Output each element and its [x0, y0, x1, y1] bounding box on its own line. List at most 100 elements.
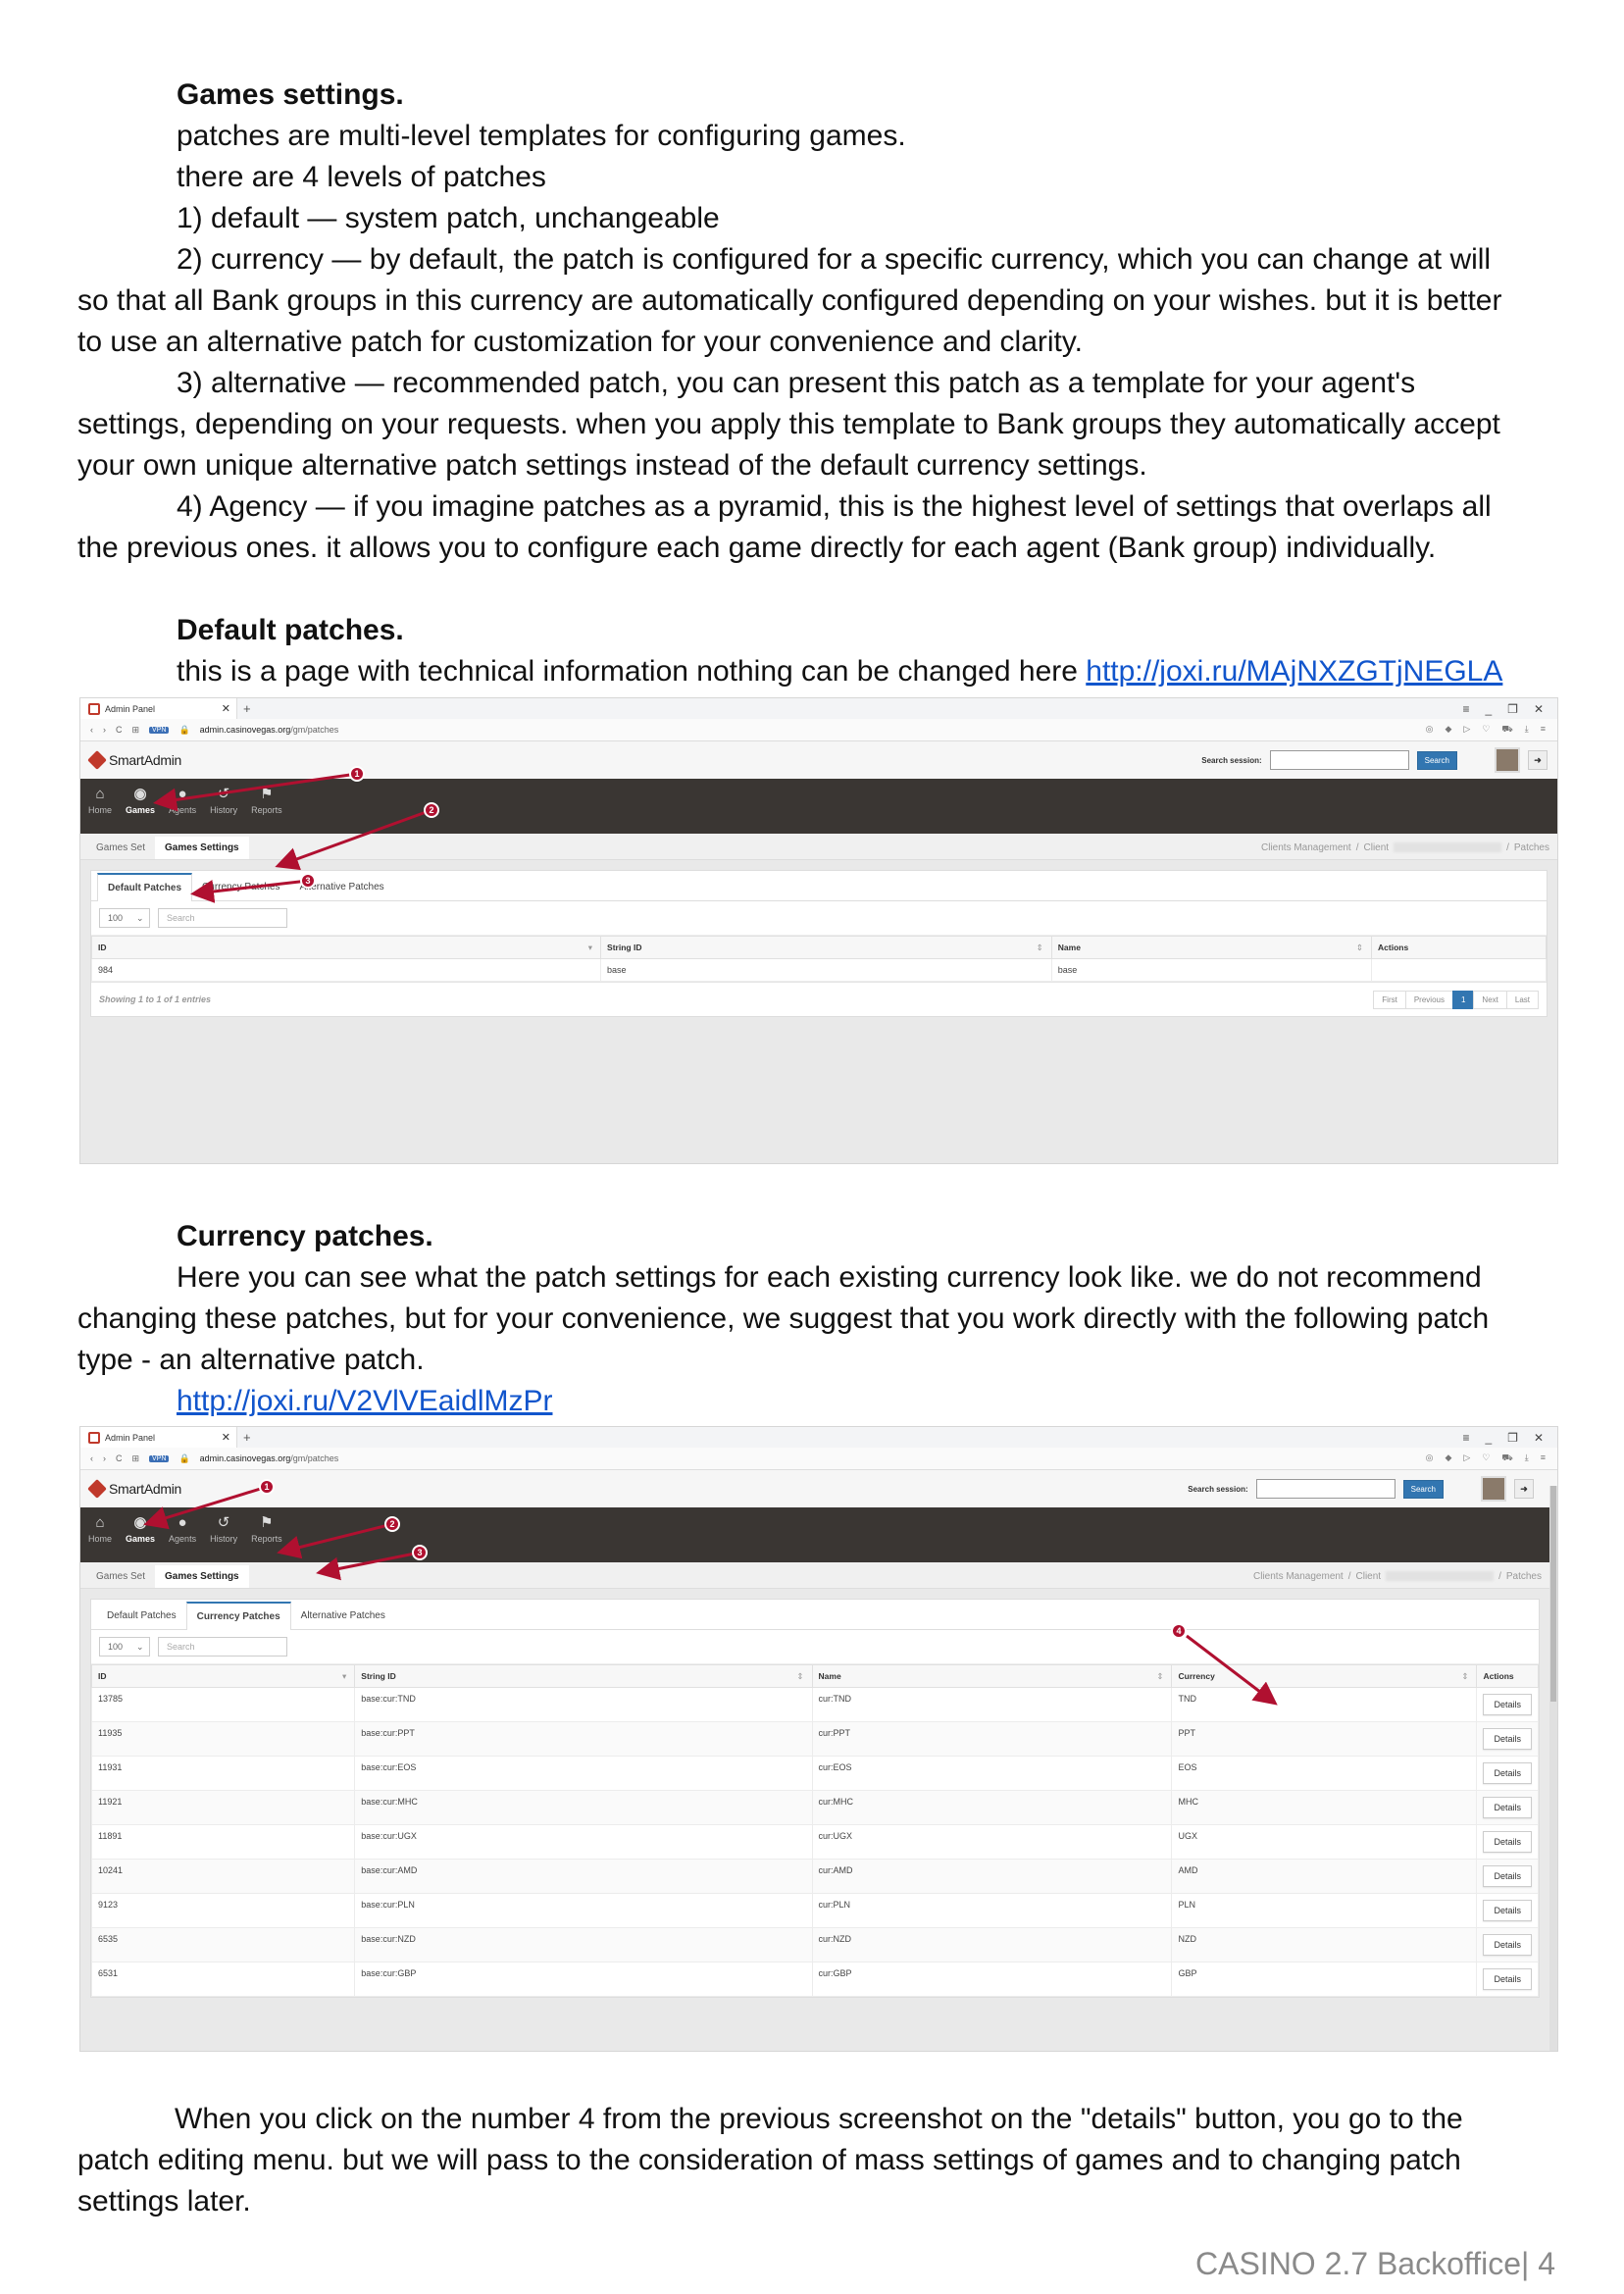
- tab-currency-patches[interactable]: Currency Patches: [185, 1602, 291, 1630]
- pager-first[interactable]: First: [1373, 990, 1406, 1009]
- tab-default-patches[interactable]: Default Patches: [97, 873, 193, 901]
- menu-icon[interactable]: ≡: [1541, 724, 1546, 736]
- sort-icon[interactable]: ⇕: [1461, 1671, 1468, 1682]
- column-header[interactable]: Name ⇕: [1050, 936, 1373, 959]
- grid-icon[interactable]: ⊞: [132, 725, 140, 736]
- column-header[interactable]: String ID ⇕: [354, 1664, 813, 1688]
- column-header[interactable]: Currency ⇕: [1171, 1664, 1478, 1688]
- brand[interactable]: SmartAdmin: [87, 750, 181, 770]
- breadcrumb-item[interactable]: Clients Management: [1253, 1571, 1344, 1582]
- details-button[interactable]: Details: [1483, 1728, 1532, 1750]
- sort-desc-icon[interactable]: ▾: [588, 943, 592, 953]
- nav-agents[interactable]: ● Agents: [169, 1507, 196, 1545]
- shield-icon[interactable]: ◆: [1446, 724, 1452, 736]
- details-button[interactable]: Details: [1483, 1968, 1532, 1990]
- sort-desc-icon[interactable]: ▾: [342, 1671, 346, 1682]
- address-bar[interactable]: ‹ › C ⊞ VPN 🔒 admin.casinovegas.org/gm/patch…: [80, 1448, 1557, 1470]
- search-button[interactable]: Search: [1416, 750, 1457, 770]
- nav-agents[interactable]: ● Agents: [169, 779, 196, 816]
- page-size-select[interactable]: 100 ⌄: [99, 1637, 150, 1657]
- browser-tab[interactable]: Admin Panel ✕: [80, 1427, 237, 1448]
- nav-home[interactable]: ⌂ Home: [88, 779, 112, 816]
- forward-icon[interactable]: ›: [103, 725, 106, 735]
- search-session-input[interactable]: [1255, 1479, 1396, 1499]
- tab-games-settings[interactable]: Games Settings: [155, 837, 249, 859]
- vpn-badge[interactable]: VPN: [149, 726, 170, 734]
- nav-reports[interactable]: ⚑ Reports: [251, 779, 282, 816]
- play-icon[interactable]: ▷: [1463, 1453, 1470, 1464]
- currency-patches-link[interactable]: http://joxi.ru/V2VlVEaidlMzPr: [177, 1385, 552, 1417]
- page-size-select[interactable]: 100 ⌄: [99, 908, 150, 928]
- pager-page[interactable]: 1: [1451, 990, 1475, 1009]
- play-icon[interactable]: ▷: [1463, 724, 1470, 736]
- pager-previous[interactable]: Previous: [1404, 990, 1453, 1009]
- menu-icon[interactable]: ≡: [1462, 702, 1469, 716]
- grid-icon[interactable]: ⊞: [132, 1453, 140, 1464]
- scrollbar-thumb[interactable]: [1550, 1486, 1556, 1702]
- breadcrumb-item[interactable]: Client: [1364, 842, 1390, 853]
- sort-icon[interactable]: ⇕: [1156, 1671, 1163, 1682]
- breadcrumb-item[interactable]: Clients Management: [1261, 842, 1351, 853]
- shield-icon[interactable]: ◆: [1446, 1453, 1452, 1464]
- details-button[interactable]: Details: [1483, 1934, 1532, 1956]
- nav-games[interactable]: ◉ Games: [126, 779, 155, 816]
- nav-history[interactable]: ↺ History: [210, 779, 237, 816]
- menu-icon[interactable]: ≡: [1541, 1453, 1546, 1464]
- minimize-icon[interactable]: _: [1485, 702, 1492, 716]
- nav-home[interactable]: ⌂ Home: [88, 1507, 112, 1545]
- nav-history[interactable]: ↺ History: [210, 1507, 237, 1545]
- download-icon[interactable]: ⤓: [1525, 724, 1529, 736]
- tab-currency-patches[interactable]: Currency Patches: [192, 874, 289, 900]
- search-session-input[interactable]: [1269, 750, 1409, 770]
- close-icon[interactable]: ✕: [222, 1431, 230, 1444]
- details-button[interactable]: Details: [1483, 1865, 1532, 1887]
- default-patches-link[interactable]: http://joxi.ru/MAjNXZGTjNEGLA: [1086, 655, 1502, 688]
- close-icon[interactable]: ✕: [222, 702, 230, 715]
- close-window-icon[interactable]: ✕: [1534, 1431, 1544, 1445]
- vpn-badge[interactable]: VPN: [149, 1454, 170, 1462]
- back-icon[interactable]: ‹: [90, 1453, 93, 1463]
- cart-icon[interactable]: ⛟: [1501, 724, 1512, 736]
- minimize-icon[interactable]: _: [1485, 1431, 1492, 1445]
- tab-games-set[interactable]: Games Set: [86, 1565, 155, 1588]
- logout-icon[interactable]: ➜: [1528, 750, 1548, 770]
- heart-icon[interactable]: ♡: [1482, 1453, 1490, 1464]
- sort-icon[interactable]: ⇕: [1037, 943, 1043, 953]
- sort-icon[interactable]: ⇕: [796, 1671, 803, 1682]
- details-button[interactable]: Details: [1483, 1900, 1532, 1921]
- table-search-input[interactable]: Search: [158, 1637, 287, 1657]
- details-button[interactable]: Details: [1483, 1797, 1532, 1818]
- forward-icon[interactable]: ›: [103, 1453, 106, 1463]
- url-text[interactable]: admin.casinovegas.org/gm/patches: [200, 725, 339, 735]
- nav-reports[interactable]: ⚑ Reports: [251, 1507, 282, 1545]
- restore-icon[interactable]: ❐: [1507, 702, 1518, 716]
- address-bar[interactable]: ‹ › C ⊞ VPN 🔒 admin.casinovegas.org/gm/patch…: [80, 719, 1557, 741]
- search-button[interactable]: Search: [1402, 1479, 1444, 1499]
- new-tab-icon[interactable]: +: [243, 1430, 251, 1445]
- column-header[interactable]: ID ▾: [90, 1664, 356, 1688]
- tab-games-settings[interactable]: Games Settings: [155, 1565, 249, 1588]
- nav-games[interactable]: ◉ Games: [126, 1507, 155, 1545]
- new-tab-icon[interactable]: +: [243, 701, 251, 716]
- tab-default-patches[interactable]: Default Patches: [97, 1603, 186, 1629]
- tab-alternative-patches[interactable]: Alternative Patches: [291, 1603, 395, 1629]
- browser-tab[interactable]: Admin Panel ✕: [80, 698, 237, 719]
- cart-icon[interactable]: ⛟: [1501, 1453, 1512, 1464]
- avatar[interactable]: [1495, 747, 1520, 773]
- avatar[interactable]: [1481, 1476, 1506, 1502]
- tab-games-set[interactable]: Games Set: [86, 837, 155, 859]
- column-header[interactable]: String ID ⇕: [600, 936, 1052, 959]
- sort-icon[interactable]: ⇕: [1356, 943, 1363, 953]
- logout-icon[interactable]: ➜: [1514, 1479, 1534, 1499]
- brand[interactable]: SmartAdmin: [87, 1479, 181, 1499]
- download-icon[interactable]: ⤓: [1525, 1453, 1529, 1464]
- camera-icon[interactable]: ◎: [1426, 1453, 1434, 1464]
- details-button[interactable]: Details: [1483, 1831, 1532, 1853]
- pager-last[interactable]: Last: [1505, 990, 1539, 1009]
- table-search-input[interactable]: Search: [158, 908, 287, 928]
- url-text[interactable]: admin.casinovegas.org/gm/patches: [200, 1453, 339, 1463]
- column-header[interactable]: ID ▾: [90, 936, 602, 959]
- pager-next[interactable]: Next: [1473, 990, 1507, 1009]
- camera-icon[interactable]: ◎: [1426, 724, 1434, 736]
- restore-icon[interactable]: ❐: [1507, 1431, 1518, 1445]
